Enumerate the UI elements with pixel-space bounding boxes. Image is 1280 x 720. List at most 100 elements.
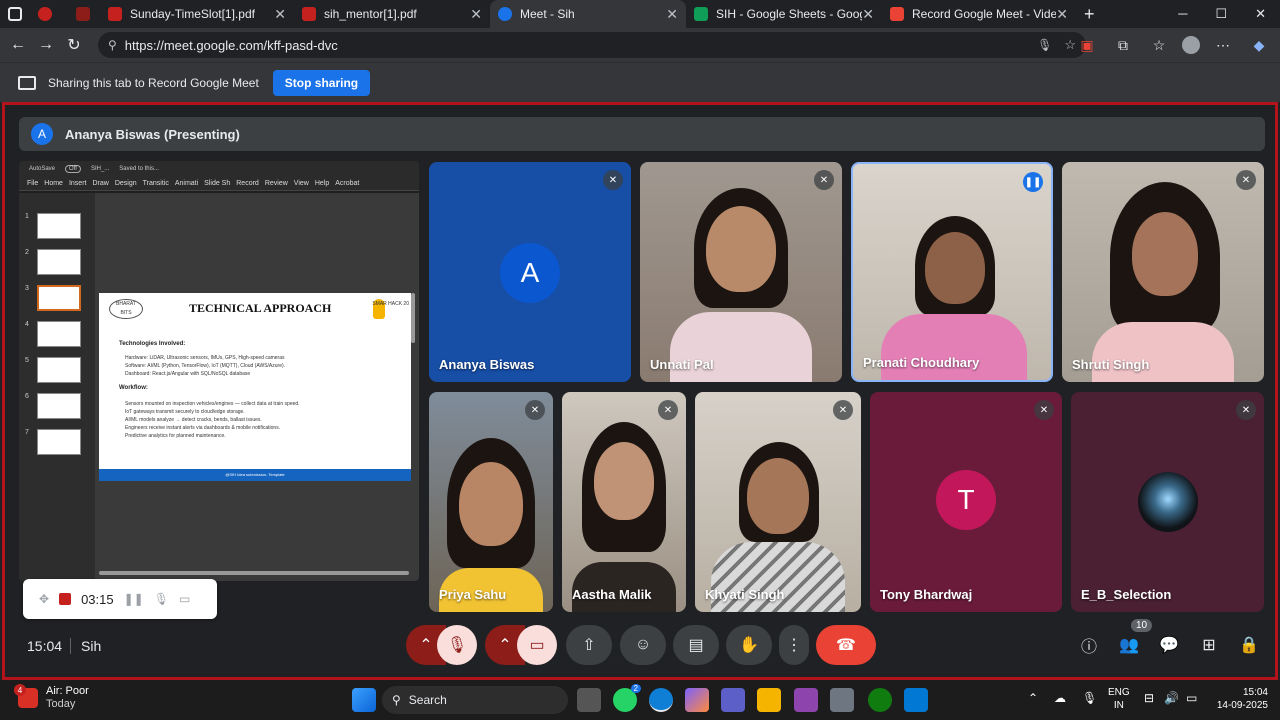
tab-meet[interactable]: Meet - Sih ✕ (490, 0, 686, 28)
mic-off-icon[interactable]: 🎙 (154, 592, 169, 606)
meeting-details-icon[interactable]: ⓘ (1076, 632, 1102, 658)
start-icon[interactable] (352, 688, 376, 712)
more-options-button[interactable]: ⋮ (779, 625, 809, 665)
language-indicator[interactable]: ENG IN (1108, 686, 1130, 712)
reactions-button[interactable]: ☺ (620, 625, 666, 665)
present-screen-icon: ⇧ (582, 637, 596, 654)
participant-tile[interactable]: ✕ Aastha Malik (562, 392, 686, 612)
task-view-icon[interactable] (577, 688, 601, 712)
onedrive-icon[interactable]: ☁ (1054, 692, 1066, 705)
pause-icon[interactable]: ❚❚ (124, 592, 144, 606)
maximize-icon[interactable]: ☐ (1215, 6, 1227, 22)
shared-screen[interactable]: AutoSave Off SIH_... Saved to this... Fi… (19, 161, 419, 581)
tab-video[interactable] (68, 0, 100, 28)
people-icon[interactable]: 👥 (1116, 632, 1142, 658)
phone-hangup-icon: ☎ (836, 637, 856, 654)
weather-widget[interactable]: 4 Air: Poor Today (14, 684, 89, 711)
chat-icon[interactable]: 💬 (1156, 632, 1182, 658)
drag-handle-icon[interactable]: ✥ (39, 592, 49, 606)
tray-chevron-icon[interactable]: ⌃ (1028, 692, 1038, 705)
mic-icon[interactable]: 🎙 (1037, 38, 1052, 52)
slide-thumbnail (37, 393, 81, 419)
file-explorer-icon[interactable] (757, 688, 781, 712)
copilot-icon[interactable]: ◆ (1246, 32, 1272, 58)
participant-tile[interactable]: ✕ Khyati Singh (695, 392, 861, 612)
stop-recording-icon[interactable] (59, 593, 72, 605)
minimize-icon[interactable]: ─ (1178, 6, 1187, 22)
photos-icon[interactable] (794, 688, 818, 712)
url-text: https://meet.google.com/kff-pasd-dvc (124, 37, 338, 53)
speaking-indicator-icon: ❚❚ (1023, 172, 1043, 192)
thumb-number: 4 (25, 321, 29, 328)
extensions-icon[interactable]: ⧉ (1110, 32, 1136, 58)
slide-thumbnail (37, 249, 81, 275)
tab-recorder[interactable] (30, 0, 68, 28)
teams-icon[interactable] (721, 688, 745, 712)
participant-tile[interactable]: ✕ E_B_Selection (1071, 392, 1264, 612)
close-icon[interactable]: ✕ (274, 6, 286, 23)
participant-tile[interactable]: A ✕ Ananya Biswas (429, 162, 631, 382)
participant-face (747, 458, 809, 534)
participant-tile-speaking[interactable]: ❚❚ Pranati Choudhary (851, 162, 1053, 382)
stop-sharing-button[interactable]: Stop sharing (272, 69, 371, 96)
thumb-number: 5 (25, 357, 29, 364)
close-icon[interactable]: ✕ (666, 6, 678, 23)
recorder-extension-icon[interactable]: ▣ (1074, 32, 1100, 58)
xbox-icon[interactable] (868, 688, 892, 712)
menu-slideshow: Slide Sh (204, 180, 231, 187)
close-icon[interactable]: ✕ (1056, 6, 1068, 23)
captions-button[interactable]: ▤ (673, 625, 719, 665)
copilot-app-icon[interactable] (685, 688, 709, 712)
window-close-icon[interactable]: ✕ (1255, 6, 1266, 22)
presenter-label: Ananya Biswas (Presenting) (65, 126, 240, 142)
participant-tile[interactable]: ✕ Unnati Pal (640, 162, 842, 382)
raise-hand-button[interactable]: ✋ (726, 625, 772, 665)
participant-face (594, 442, 654, 520)
favorites-icon[interactable]: ☆ (1146, 32, 1172, 58)
camera-off-icon[interactable]: ▭ (179, 592, 190, 606)
tab-sih-mentor[interactable]: sih_mentor[1].pdf ✕ (294, 0, 490, 28)
menu-help: Help (314, 180, 330, 187)
new-tab-button[interactable]: + (1076, 0, 1106, 28)
close-icon[interactable]: ✕ (470, 6, 482, 23)
participant-tile[interactable]: ✕ Priya Sahu (429, 392, 553, 612)
mic-muted-icon: ✕ (658, 400, 678, 420)
tab-google-sheets[interactable]: SIH - Google Sheets - Google Sh ✕ (686, 0, 882, 28)
site-info-icon[interactable]: ⚲ (108, 38, 117, 52)
snipping-tool-icon[interactable] (904, 688, 928, 712)
taskbar-search[interactable]: ⚲ Search (382, 686, 568, 714)
video-tab-icon (76, 7, 90, 21)
present-button[interactable]: ⇧ (566, 625, 612, 665)
camera-toggle-button[interactable]: ▭ (517, 625, 557, 665)
profile-avatar-icon[interactable] (1182, 36, 1200, 54)
battery-icon[interactable]: ▭ (1186, 692, 1197, 705)
participant-tile[interactable]: ✕ Shruti Singh (1062, 162, 1264, 382)
tab-record-meet[interactable]: Record Google Meet - Video edi ✕ (882, 0, 1076, 28)
workflow-item: Engineers receive instant alerts via das… (125, 425, 281, 431)
reload-icon[interactable]: ↻ (60, 31, 88, 59)
url-field[interactable]: ⚲ https://meet.google.com/kff-pasd-dvc 🎙… (98, 32, 1086, 58)
more-icon[interactable]: ⋯ (1210, 32, 1236, 58)
host-controls-icon[interactable]: 🔒 (1236, 632, 1262, 658)
mic-tray-icon[interactable]: 🎙 (1082, 692, 1097, 705)
window-menu-tab[interactable] (0, 0, 30, 28)
edge-icon[interactable] (649, 688, 673, 712)
network-icon[interactable]: ⊟ (1144, 692, 1154, 705)
mic-toggle-button[interactable]: 🎙 (437, 625, 477, 665)
participant-avatar: A (500, 243, 560, 303)
volume-icon[interactable]: 🔊 (1164, 692, 1179, 705)
close-icon[interactable]: ✕ (862, 6, 874, 23)
camera-app-icon[interactable] (830, 688, 854, 712)
presenter-bar: A Ananya Biswas (Presenting) (19, 117, 1265, 151)
system-time: 15:04 (1242, 687, 1268, 698)
tech-item: Hardware: LiDAR, Ultrasonic sensors, IMU… (125, 355, 285, 361)
activities-icon[interactable]: ⊞ (1196, 632, 1222, 658)
leave-call-button[interactable]: ☎ (816, 625, 876, 665)
tab-sunday-timeslot[interactable]: Sunday-TimeSlot[1].pdf ✕ (100, 0, 294, 28)
forward-icon[interactable]: → (32, 31, 60, 59)
recorder-widget: ✥ 03:15 ❚❚ 🎙 ▭ (23, 579, 217, 619)
whatsapp-icon[interactable]: 2 (613, 684, 641, 712)
system-clock[interactable]: 15:04 14-09-2025 (1208, 686, 1268, 712)
back-icon[interactable]: ← (4, 31, 32, 59)
participant-tile[interactable]: T ✕ Tony Bhardwaj (870, 392, 1062, 612)
